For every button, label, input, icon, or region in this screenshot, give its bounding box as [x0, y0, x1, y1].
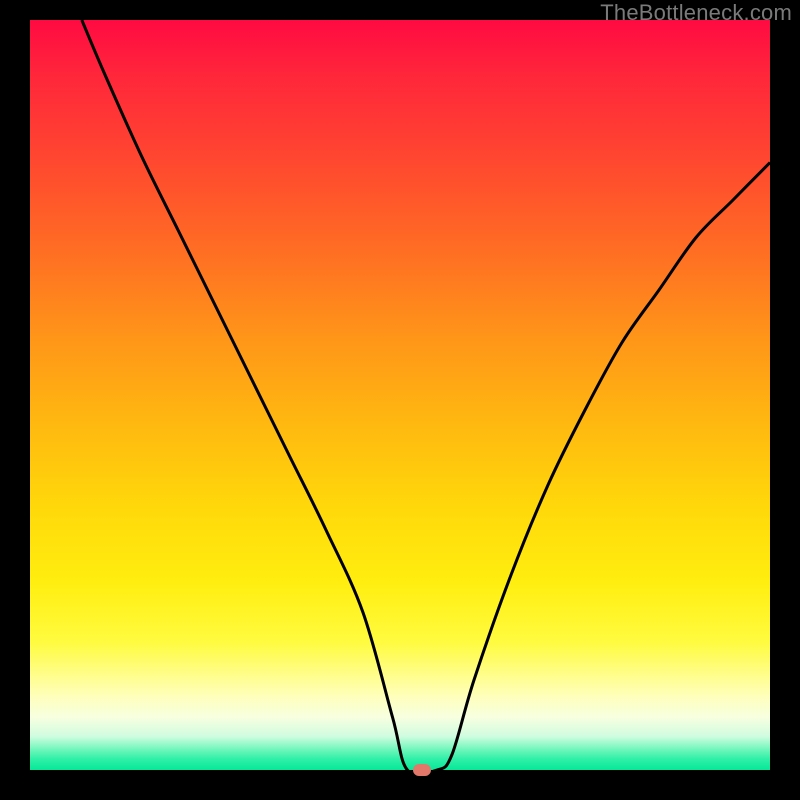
- curve-path: [82, 20, 770, 770]
- watermark-text: TheBottleneck.com: [600, 0, 792, 26]
- chart-frame: TheBottleneck.com: [0, 0, 800, 800]
- optimal-marker: [413, 764, 431, 776]
- plot-area: [30, 20, 770, 770]
- bottleneck-curve: [30, 20, 770, 770]
